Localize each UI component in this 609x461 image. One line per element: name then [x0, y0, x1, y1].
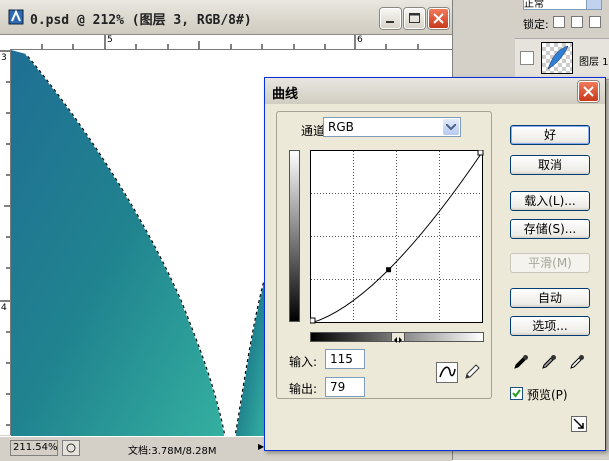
auto-button[interactable]: 自动 — [510, 288, 590, 308]
close-icon — [433, 13, 444, 24]
dialog-title: 曲线 — [272, 87, 299, 102]
photoshop-doc-icon — [8, 9, 24, 25]
close-icon — [583, 86, 594, 97]
curve-endpoint-white[interactable] — [477, 150, 484, 156]
layer-thumbnail — [541, 42, 573, 74]
ruler-label-6: 6 — [357, 35, 363, 45]
channel-value: RGB — [328, 120, 354, 134]
ruler-label-4: 4 — [1, 303, 7, 313]
lock-move-icon[interactable] — [589, 16, 601, 28]
minimize-icon — [386, 21, 394, 23]
horizontal-ruler[interactable]: 5 6 — [10, 35, 452, 50]
input-label: 输入: — [289, 355, 318, 369]
dialog-titlebar[interactable]: 曲线 — [265, 78, 605, 104]
pencil-icon[interactable] — [463, 363, 481, 381]
status-info-button[interactable] — [62, 440, 80, 456]
ruler-ticks-v — [0, 50, 10, 426]
load-button[interactable]: 载入(L)... — [510, 191, 590, 211]
channel-select[interactable]: RGB — [323, 117, 461, 137]
ruler-label-3: 3 — [1, 53, 7, 63]
preview-label[interactable]: 预览(P) — [527, 386, 568, 403]
document-title: 0.psd @ 212% (图层 3, RGB/8#) — [30, 13, 252, 28]
vertical-ruler[interactable]: 3 4 — [0, 49, 11, 435]
lock-paint-icon[interactable] — [571, 16, 583, 28]
expand-dialog-icon[interactable] — [571, 416, 587, 432]
blend-mode-dropdown[interactable] — [586, 0, 602, 10]
checkmark-icon — [512, 389, 521, 398]
ok-button[interactable]: 好 — [510, 125, 590, 145]
zoom-field[interactable]: 211.54% — [10, 440, 58, 456]
chevron-down-icon[interactable] — [443, 119, 459, 135]
layer-visibility-icon[interactable] — [520, 51, 534, 65]
white-eyedropper-icon[interactable] — [569, 354, 585, 370]
save-button[interactable]: 存储(S)... — [510, 219, 590, 239]
layer-name: 图层 1 — [579, 57, 609, 68]
curve-endpoint-black[interactable] — [310, 317, 316, 324]
minimize-button[interactable] — [380, 8, 401, 29]
output-label: 输出: — [289, 382, 318, 396]
curves-dialog: 曲线 通道(C): RGB 输入: 115 输出: 79 — [264, 77, 606, 451]
info-icon — [66, 443, 76, 453]
layer-row[interactable]: 图层 1 — [515, 38, 609, 80]
feather-icon — [547, 45, 569, 70]
maximize-icon — [409, 13, 420, 23]
curve-tool-icon — [439, 366, 456, 378]
cancel-button[interactable]: 取消 — [510, 155, 590, 175]
output-gradient-bar — [289, 150, 300, 322]
options-button[interactable]: 选项... — [510, 316, 590, 336]
document-size: 文档:3.78M/8.28M — [128, 446, 217, 457]
smooth-button: 平滑(M) — [510, 253, 590, 273]
preview-checkbox[interactable] — [510, 387, 523, 400]
lock-label: 锁定: — [523, 18, 549, 31]
lock-transparency-icon[interactable] — [553, 16, 565, 28]
curve-tool-button[interactable] — [436, 362, 458, 383]
curve-control-point[interactable] — [386, 267, 392, 273]
dialog-close-button[interactable] — [578, 81, 599, 102]
document-titlebar[interactable]: 0.psd @ 212% (图层 3, RGB/8#) — [0, 0, 452, 35]
gray-eyedropper-icon[interactable] — [541, 354, 557, 370]
ruler-ticks-h — [41, 35, 419, 49]
input-field[interactable]: 115 — [325, 349, 365, 369]
close-button[interactable] — [428, 8, 449, 29]
black-eyedropper-icon[interactable] — [513, 354, 529, 370]
blend-mode-select[interactable]: 正常 — [523, 0, 587, 10]
curve-graph[interactable] — [310, 150, 484, 324]
output-field[interactable]: 79 — [325, 377, 365, 397]
maximize-button[interactable] — [404, 8, 425, 29]
gradient-toggle[interactable] — [391, 332, 405, 343]
ruler-label-5: 5 — [107, 35, 113, 45]
